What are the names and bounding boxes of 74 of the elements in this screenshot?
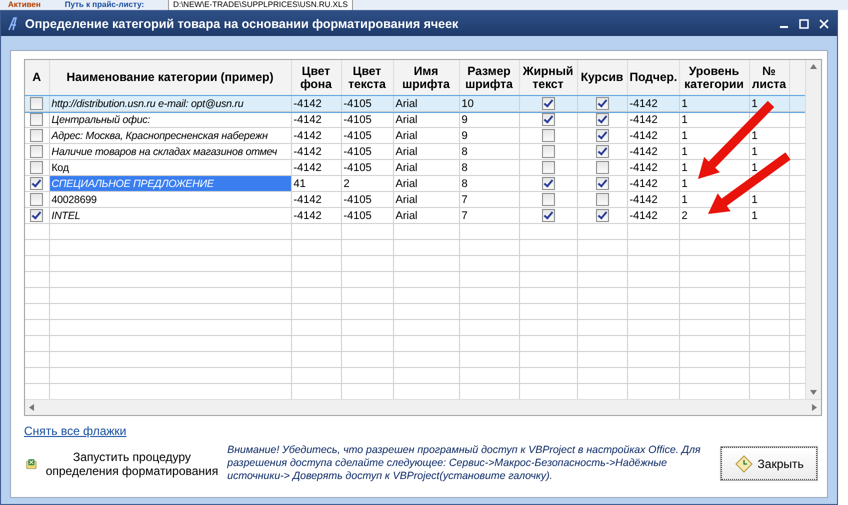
column-header[interactable]: Жирный текст [519, 60, 577, 96]
table-cell: -4105 [341, 208, 393, 224]
checkbox[interactable] [596, 97, 608, 110]
caret-left-icon[interactable] [29, 404, 34, 411]
window-title: Определение категорий товара на основании форматирования ячеек [25, 16, 460, 30]
table-row[interactable]: INTEL -4142 -4105 Arial 7 -4142 2 1 [25, 208, 807, 224]
column-header[interactable]: Курсив [577, 60, 627, 96]
table-cell: Arial [393, 208, 459, 224]
table-cell: 7 [459, 208, 519, 224]
table-cell: -4142 [291, 208, 341, 224]
column-header[interactable]: Цвет фона [291, 60, 341, 96]
checkbox[interactable] [596, 145, 608, 158]
column-header[interactable]: A [25, 60, 49, 96]
column-header[interactable]: Размер шрифта [459, 60, 519, 96]
vertical-scrollbar[interactable] [805, 60, 821, 399]
table-cell: -4142 [627, 208, 679, 224]
close-button[interactable]: Закрыть [721, 447, 817, 480]
checkbox[interactable] [596, 193, 608, 206]
sheet-label: Путь к прайс-листу: [64, 0, 144, 10]
checkbox[interactable] [596, 161, 608, 174]
checkbox[interactable] [542, 113, 554, 126]
table-row[interactable]: 40028699 -4142 -4105 Arial 7 -4142 1 1 [25, 192, 807, 208]
checkbox[interactable] [596, 129, 608, 142]
table-row[interactable]: Адрес: Москва, Краснопресненская набережн -4142 -4105 Arial 9 -4142 1 1 [25, 128, 807, 144]
run-button[interactable]: Запустить процедуру определения форматирования [24, 450, 220, 478]
warning-text: Внимание! Убедитесь, что разрешен програмный доступ к VBProject в настройках Office. Для разрешения доступа сделайте следующее: Сервис->Макрос-Безопасность->Надёжные источники-> Доверять доступ к VBProject(установите галочку). [227, 444, 702, 483]
checkbox[interactable] [30, 113, 44, 126]
checkbox[interactable] [30, 129, 44, 142]
checkbox[interactable] [30, 97, 44, 110]
checkbox[interactable] [542, 193, 554, 206]
maximize-icon[interactable] [797, 16, 811, 30]
column-header[interactable]: Имя шрифта [393, 60, 459, 96]
column-header[interactable]: Уровень категории [679, 60, 749, 96]
table-cell: INTEL [49, 208, 291, 224]
checkbox[interactable] [542, 145, 554, 158]
close-icon[interactable] [817, 16, 831, 30]
table-cell: 1 [679, 96, 749, 112]
caret-down-icon[interactable] [810, 390, 817, 395]
table-cell: 1 [749, 208, 789, 224]
checkbox[interactable] [542, 161, 554, 174]
table-row[interactable]: СПЕЦИАЛЬНОЕ ПРЕДЛОЖЕНИЕ 41 2 Arial 8 -4142 1 [25, 176, 807, 192]
table-cell: Arial [393, 96, 459, 112]
checkbox[interactable] [30, 177, 44, 190]
column-header[interactable]: Наименование категории (пример) [49, 60, 291, 96]
checkbox[interactable] [30, 145, 44, 158]
checkbox[interactable] [596, 209, 608, 222]
path-field[interactable]: D:\NEW\E-TRADE\SUPPLPRICES\USN.RU.XLS [168, 0, 353, 10]
checkbox[interactable] [596, 177, 608, 190]
clear-all-link[interactable]: Снять все флажки [24, 424, 126, 438]
column-header[interactable]: Цвет текста [341, 60, 393, 96]
horizontal-scrollbar[interactable] [25, 399, 821, 415]
table-cell: -4105 [341, 96, 393, 112]
table-row[interactable]: http://distribution.usn.ru e-mail: opt@usn.ru -4142 -4105 Arial 10 -4142 1 1 [25, 96, 807, 112]
caret-up-icon[interactable] [810, 64, 817, 69]
checkbox[interactable] [596, 113, 608, 126]
checkbox[interactable] [30, 193, 44, 206]
table-cell: -4142 [291, 96, 341, 112]
sheet-label: Активен [8, 0, 41, 10]
app-icon [7, 16, 19, 30]
table-row[interactable]: Код -4142 -4105 Arial 8 -4142 1 1 [25, 160, 807, 176]
caret-right-icon[interactable] [812, 404, 817, 411]
table-cell: 10 [459, 96, 519, 112]
checkbox[interactable] [542, 177, 554, 190]
checkbox[interactable] [542, 129, 554, 142]
table-cell: http://distribution.usn.ru e-mail: opt@usn.ru [49, 96, 291, 112]
checkbox[interactable] [542, 97, 554, 110]
checkbox[interactable] [30, 209, 44, 222]
checkbox[interactable] [30, 161, 44, 174]
column-header[interactable]: Подчер. [627, 60, 679, 96]
checkbox[interactable] [542, 209, 554, 222]
table-row[interactable]: Наличие товаров на складах магазинов отмеч -4142 -4105 Arial 8 -4142 1 1 [25, 144, 807, 160]
column-header[interactable]: № листа [749, 60, 789, 96]
table-cell: -4142 [627, 96, 679, 112]
table-cell: СПЕЦИАЛЬНОЕ ПРЕДЛОЖЕНИЕ [49, 176, 291, 192]
